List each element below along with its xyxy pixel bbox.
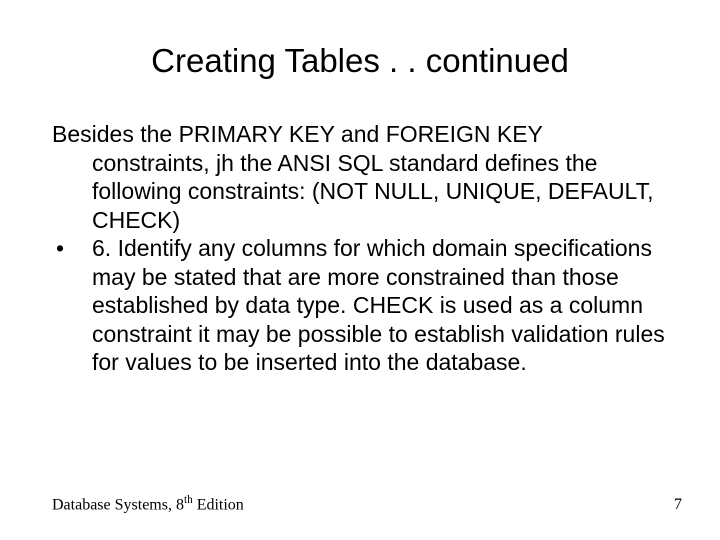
page-number: 7	[674, 496, 682, 514]
paragraph-1-line1: Besides the PRIMARY KEY and FOREIGN KEY	[52, 121, 543, 147]
paragraph-1-rest: constraints, jh the ANSI SQL standard de…	[52, 149, 668, 235]
slide: Creating Tables . . continued Besides th…	[0, 0, 720, 540]
footer-book-sup: th	[184, 494, 193, 506]
paragraph-1: Besides the PRIMARY KEY and FOREIGN KEY …	[52, 120, 668, 234]
footer-book-edition: Edition	[193, 496, 244, 513]
slide-body: Besides the PRIMARY KEY and FOREIGN KEY …	[52, 120, 668, 377]
footer-book-text: Database Systems, 8	[52, 496, 184, 513]
footer-book: Database Systems, 8th Edition	[52, 494, 244, 514]
bullet-1-text: 6. Identify any columns for which domain…	[78, 234, 668, 377]
slide-title: Creating Tables . . continued	[0, 42, 720, 80]
bullet-1: 6. Identify any columns for which domain…	[52, 234, 668, 377]
